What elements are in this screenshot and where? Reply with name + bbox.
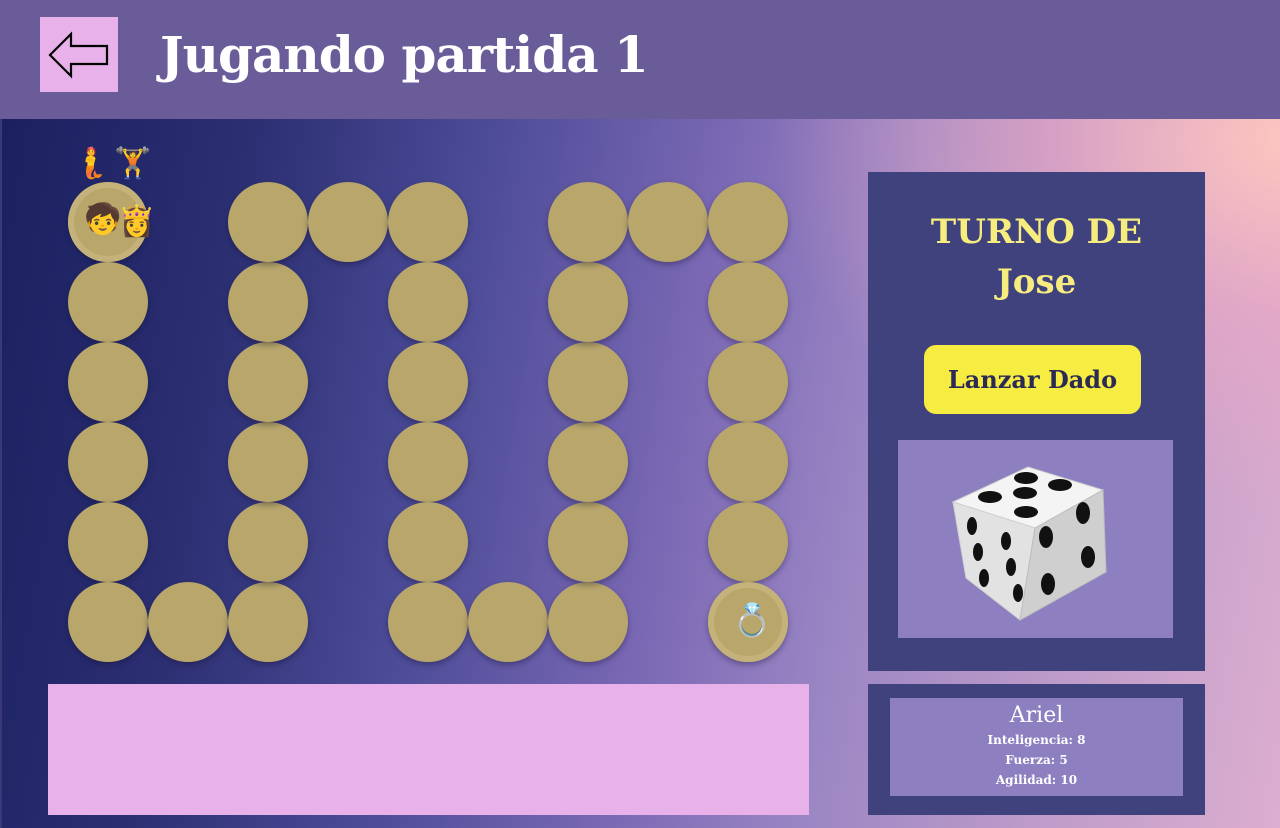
dice-display[interactable] xyxy=(898,440,1173,638)
board-cell xyxy=(228,502,308,582)
board-cell xyxy=(68,342,148,422)
page-title: Jugando partida 1 xyxy=(160,25,649,84)
roll-dice-button[interactable]: Lanzar Dado xyxy=(924,345,1141,414)
current-player-name: Jose xyxy=(996,262,1077,302)
arrow-left-icon xyxy=(48,30,109,79)
turn-panel: TURNO DE Jose Lanzar Dado xyxy=(868,172,1205,671)
board-cell xyxy=(228,422,308,502)
dice-icon xyxy=(951,466,1107,621)
board-cell xyxy=(388,262,468,342)
board-cell xyxy=(68,582,148,662)
board-cell xyxy=(228,262,308,342)
board-cell xyxy=(708,422,788,502)
ariel-token-icon: 🧜 xyxy=(72,146,110,181)
back-button[interactable] xyxy=(40,17,118,92)
hercules-token-icon: 🏋 xyxy=(114,146,152,181)
board-cell xyxy=(388,502,468,582)
stat-strength: Fuerza: 5 xyxy=(1005,753,1068,767)
board-cell xyxy=(228,342,308,422)
board-cell xyxy=(548,502,628,582)
board-cell xyxy=(388,342,468,422)
board-cell xyxy=(228,582,308,662)
board-cell xyxy=(548,342,628,422)
board-cell xyxy=(548,262,628,342)
player-card: Ariel Inteligencia: 8 Fuerza: 5 Agilidad… xyxy=(890,698,1183,796)
board-cell xyxy=(68,502,148,582)
board-cell xyxy=(308,182,388,262)
board-cell xyxy=(388,422,468,502)
message-log xyxy=(48,684,809,815)
board-cell xyxy=(628,182,708,262)
board-cell xyxy=(548,182,628,262)
board-cell xyxy=(708,182,788,262)
turn-label: TURNO DE xyxy=(930,212,1143,252)
player-name: Ariel xyxy=(1009,703,1064,728)
board-cell xyxy=(388,582,468,662)
stat-agility: Agilidad: 10 xyxy=(995,773,1078,787)
board-cell xyxy=(708,262,788,342)
rapunzel-token-icon: 👸 xyxy=(118,204,156,239)
board-cell xyxy=(548,422,628,502)
board-cell xyxy=(68,262,148,342)
board-cell xyxy=(468,582,548,662)
game-area: 🧜 🏋 🧒 👸 💍 TURNO DE Jose Lanzar Dado Arie… xyxy=(2,119,1280,828)
board-cell xyxy=(148,582,228,662)
top-bar: Jugando partida 1 xyxy=(0,0,1280,119)
board-cell xyxy=(708,342,788,422)
board-cell xyxy=(548,582,628,662)
ring-icon: 💍 xyxy=(732,601,772,639)
board-cell xyxy=(708,502,788,582)
mowgli-token-icon: 🧒 xyxy=(84,202,122,237)
stat-intelligence: Inteligencia: 8 xyxy=(987,733,1086,747)
board-cell xyxy=(388,182,468,262)
board-cell xyxy=(68,422,148,502)
player-info-panel: Ariel Inteligencia: 8 Fuerza: 5 Agilidad… xyxy=(868,684,1205,815)
board-cell xyxy=(228,182,308,262)
